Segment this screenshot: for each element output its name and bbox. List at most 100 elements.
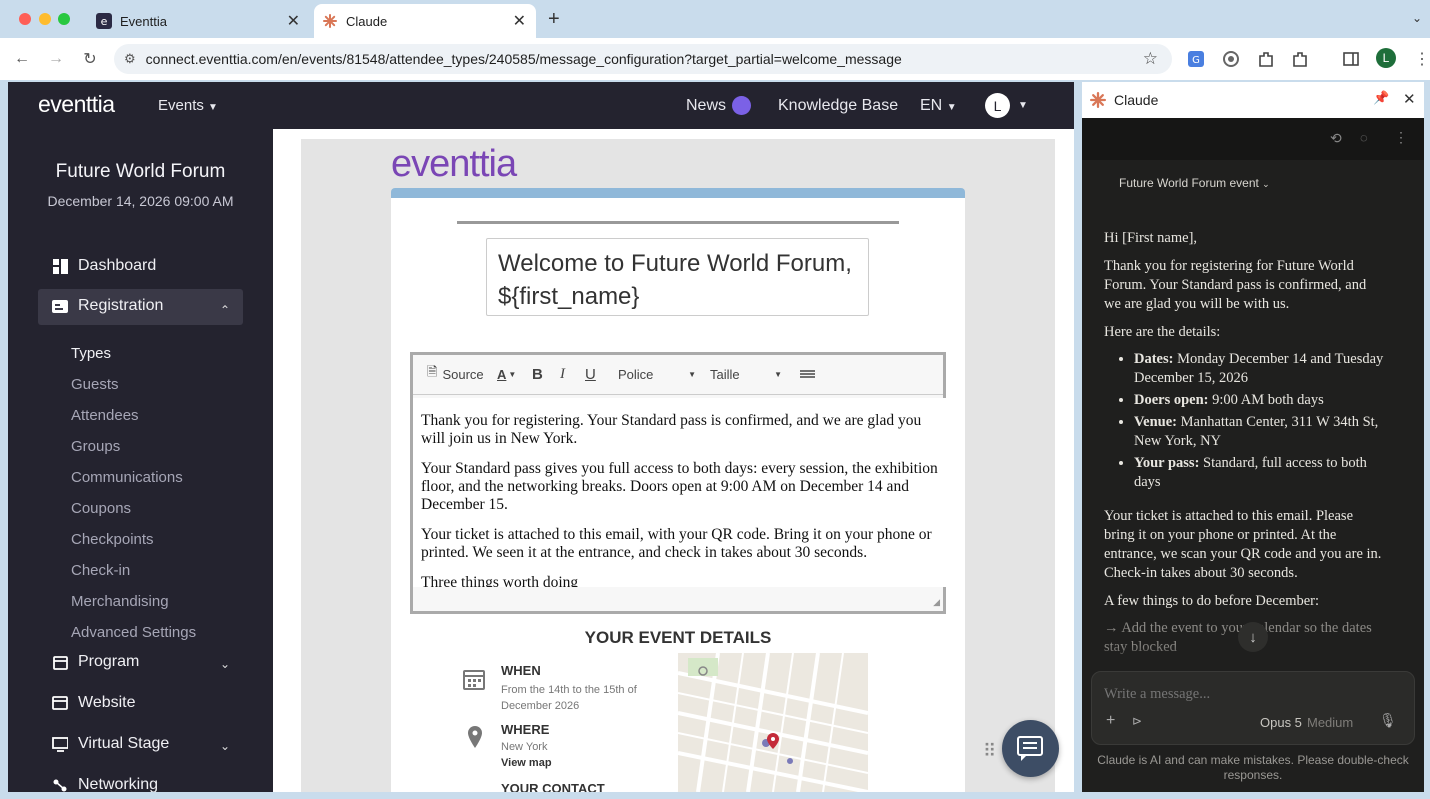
puzzle-extension-icon[interactable] <box>1256 49 1276 69</box>
close-tab-icon[interactable]: ✕ <box>513 11 526 31</box>
sidebar-item-program[interactable]: Program <box>52 653 139 671</box>
new-chat-icon[interactable]: ◌ <box>1360 130 1368 145</box>
sidebar-item-registration-label[interactable]: Registration <box>52 297 163 315</box>
sidebar-item-dashboard[interactable]: Dashboard <box>52 257 156 275</box>
translate-extension-icon[interactable]: G <box>1186 49 1206 69</box>
message-input[interactable] <box>1104 684 1399 704</box>
chevron-down-icon[interactable]: ⌄ <box>220 739 230 753</box>
horizontal-rule-button[interactable] <box>800 355 815 393</box>
extensions-menu-icon[interactable] <box>1290 49 1310 69</box>
resize-handle-icon[interactable]: ◢ <box>933 597 940 608</box>
news-link[interactable]: News <box>686 97 726 115</box>
language-selector[interactable]: EN ▼ <box>920 97 957 115</box>
user-avatar[interactable]: L <box>985 93 1010 118</box>
drag-handle-icon[interactable]: ⠿ <box>983 741 996 762</box>
editor-body[interactable]: Thank you for registering. Your Standard… <box>413 398 947 587</box>
new-tab-icon[interactable]: + <box>548 8 560 31</box>
website-icon <box>52 695 68 711</box>
bold-button[interactable]: B <box>532 355 543 393</box>
close-window-icon[interactable] <box>19 13 31 25</box>
sidebar-subitem[interactable]: Attendees <box>71 407 139 424</box>
sidebar-subitem[interactable]: Check-in <box>71 562 130 579</box>
text-color-button[interactable]: A ▼ <box>497 355 516 393</box>
message-paragraph: Thank you for registering for Future Wor… <box>1104 258 1367 312</box>
pin-icon[interactable]: 📌 <box>1373 90 1389 106</box>
view-map-link[interactable]: View map <box>501 757 552 769</box>
eventtia-favicon-icon: e <box>96 13 112 29</box>
microphone-icon[interactable]: 🎙 <box>1379 712 1397 729</box>
bookmark-star-icon[interactable]: ☆ <box>1143 49 1158 69</box>
tab-eventtia[interactable]: e Eventtia ✕ <box>82 4 310 38</box>
sidebar-item-label: Virtual Stage <box>78 735 170 752</box>
underline-button[interactable]: U <box>585 355 596 393</box>
tab-search-chevron-icon[interactable]: ⌄ <box>1412 11 1422 25</box>
sidebar-subitem[interactable]: Guests <box>71 376 119 393</box>
subject-field[interactable]: Welcome to Future World Forum, ${first_n… <box>486 238 869 316</box>
source-button[interactable]: 🗎 Source <box>427 355 484 393</box>
chat-support-button[interactable] <box>1002 720 1059 777</box>
message-paragraph: Your ticket is attached to this email. P… <box>1104 508 1382 581</box>
address-bar[interactable]: ⚙ connect.eventtia.com/en/events/81548/a… <box>114 44 1172 74</box>
claude-message: Hi [First name], Thank you for registeri… <box>1104 229 1384 657</box>
registration-icon <box>52 298 68 314</box>
email-eventtia-logo: eventtia <box>391 143 517 185</box>
profile-avatar[interactable]: L <box>1376 48 1396 68</box>
back-icon[interactable]: ← <box>12 49 32 69</box>
minimize-window-icon[interactable] <box>39 13 51 25</box>
email-header-bar <box>391 188 965 198</box>
claude-panel-header: Claude 📌 ✕ <box>1082 82 1424 118</box>
close-tab-icon[interactable]: ✕ <box>287 11 300 31</box>
sidebar-subitem[interactable]: Coupons <box>71 500 131 517</box>
text-color-icon: A <box>497 366 507 382</box>
font-select[interactable]: Police ▼ <box>618 355 696 393</box>
sidebar-subitem[interactable]: Types <box>71 345 111 362</box>
scroll-down-button[interactable]: ↓ <box>1238 622 1268 652</box>
browser-menu-icon[interactable]: ⋮ <box>1412 49 1430 69</box>
caret-down-icon: ▼ <box>774 369 782 379</box>
site-info-icon[interactable]: ⚙ <box>124 51 136 67</box>
add-attachment-icon[interactable]: + <box>1106 712 1115 730</box>
event-name: Future World Forum <box>55 161 226 182</box>
reload-icon[interactable]: ↻ <box>80 49 100 69</box>
networking-icon <box>52 777 68 792</box>
map-marker-icon <box>767 733 779 754</box>
top-navigation: eventtia Events ▼ News Knowledge Base EN… <box>8 82 1074 129</box>
details-list: Dates: Monday December 14 and Tuesday De… <box>1104 350 1384 492</box>
history-icon[interactable]: ⟲ <box>1330 130 1342 147</box>
tab-label: Eventtia <box>120 13 167 29</box>
model-selector[interactable]: Opus 5 <box>1260 715 1302 730</box>
chevron-up-icon[interactable]: ⌃ <box>220 303 230 317</box>
svg-text:G: G <box>1192 55 1200 66</box>
map-image[interactable] <box>678 653 868 792</box>
sidebar-item-virtual-stage[interactable]: Virtual Stage <box>52 735 169 753</box>
chevron-down-icon[interactable]: ⌄ <box>220 657 230 671</box>
tools-icon[interactable]: ⊳ <box>1132 714 1142 728</box>
sidebar-subitem[interactable]: Checkpoints <box>71 531 154 548</box>
size-select[interactable]: Taille ▼ <box>710 355 782 393</box>
knowledge-base-link[interactable]: Knowledge Base <box>778 97 898 115</box>
when-label: WHEN <box>501 663 541 678</box>
sidebar-subitem[interactable]: Advanced Settings <box>71 624 196 641</box>
when-value: From the 14th to the 15th of December 20… <box>501 684 637 712</box>
side-panel-icon[interactable] <box>1341 49 1361 69</box>
extension-icon[interactable] <box>1221 49 1241 69</box>
rich-text-editor: 🗎 Source A ▼ B I U Police ▼ Taille ▼ Thank y… <box>410 352 947 614</box>
sidebar-item-website[interactable]: Website <box>52 694 136 712</box>
user-menu-caret-icon[interactable]: ▼ <box>1018 100 1028 111</box>
sidebar-item-label: Program <box>78 653 140 670</box>
sidebar-subitem[interactable]: Merchandising <box>71 593 169 610</box>
more-options-icon[interactable]: ⋮ <box>1394 129 1408 146</box>
close-panel-icon[interactable]: ✕ <box>1403 90 1416 108</box>
context-selector[interactable]: Future World Forum event ⌄ <box>1119 176 1270 190</box>
effort-selector[interactable]: Medium <box>1307 715 1353 730</box>
maximize-window-icon[interactable] <box>58 13 70 25</box>
forward-icon[interactable]: → <box>46 49 66 69</box>
sidebar-subitem[interactable]: Groups <box>71 438 120 455</box>
events-menu[interactable]: Events ▼ <box>158 97 218 114</box>
eventtia-logo[interactable]: eventtia <box>38 91 115 118</box>
tab-claude[interactable]: Claude ✕ <box>314 4 536 38</box>
sidebar-item-networking[interactable]: Networking <box>52 776 158 792</box>
monitor-icon <box>52 736 68 752</box>
sidebar-subitem[interactable]: Communications <box>71 469 183 486</box>
italic-button[interactable]: I <box>560 355 565 393</box>
